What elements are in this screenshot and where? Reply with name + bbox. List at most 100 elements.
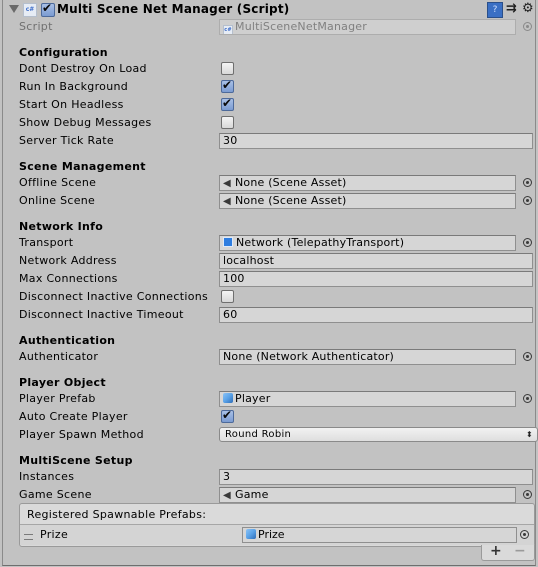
section-multiscene-setup: MultiScene Setup: [19, 454, 133, 467]
server-tick-rate-label: Server Tick Rate: [19, 134, 114, 147]
offline-scene-row: Offline Scene ◀ None (Scene Asset): [3, 174, 535, 192]
start-on-headless-checkbox[interactable]: [221, 96, 234, 111]
section-configuration: Configuration: [19, 46, 108, 59]
online-scene-picker-icon[interactable]: [523, 196, 532, 205]
network-address-input[interactable]: localhost: [219, 253, 533, 269]
disconnect-inactive-label: Disconnect Inactive Connections: [19, 290, 209, 303]
player-prefab-field[interactable]: Player: [219, 391, 516, 407]
dont-destroy-label: Dont Destroy On Load: [19, 62, 147, 75]
cs-file-icon: c#: [223, 25, 233, 34]
max-connections-label: Max Connections: [19, 272, 118, 285]
game-scene-picker-icon[interactable]: [523, 490, 532, 499]
authenticator-picker-icon[interactable]: [523, 352, 532, 361]
section-authentication: Authentication: [19, 334, 116, 347]
gear-icon[interactable]: ⚙: [522, 2, 536, 16]
spawn-method-row: Player Spawn Method Round Robin ⬍: [3, 426, 538, 444]
component-header[interactable]: c# Multi Scene Net Manager (Script) ? ⇉ …: [3, 0, 535, 19]
player-prefab-label: Player Prefab: [19, 392, 96, 405]
game-scene-label: Game Scene: [19, 488, 92, 501]
offline-scene-field[interactable]: ◀ None (Scene Asset): [219, 175, 516, 191]
list-header-label: Registered Spawnable Prefabs:: [27, 508, 207, 521]
preset-icon[interactable]: ⇉: [506, 2, 520, 16]
server-tick-rate-row: Server Tick Rate 30: [3, 132, 535, 150]
max-connections-row: Max Connections 100: [3, 270, 535, 288]
game-scene-value: Game: [235, 488, 269, 501]
online-scene-value: None (Scene Asset): [235, 194, 347, 207]
online-scene-field[interactable]: ◀ None (Scene Asset): [219, 193, 516, 209]
start-on-headless-label: Start On Headless: [19, 98, 124, 111]
disconnect-inactive-checkbox[interactable]: [221, 290, 234, 303]
online-scene-label: Online Scene: [19, 194, 96, 207]
offline-scene-label: Offline Scene: [19, 176, 97, 189]
start-on-headless-row: Start On Headless: [3, 96, 535, 114]
list-item-field[interactable]: Prize: [242, 527, 517, 543]
show-debug-checkbox[interactable]: [221, 116, 234, 129]
cs-script-icon: c#: [23, 3, 37, 17]
script-label: Script: [19, 20, 53, 33]
list-item-picker-icon[interactable]: [520, 530, 529, 539]
section-network-info: Network Info: [19, 220, 104, 233]
disconnect-timeout-row: Disconnect Inactive Timeout 60: [3, 306, 535, 324]
instances-input[interactable]: 3: [219, 469, 533, 485]
game-scene-field[interactable]: ◀ Game: [219, 487, 516, 503]
inspector-component: c# Multi Scene Net Manager (Script) ? ⇉ …: [2, 0, 538, 566]
transport-value: Network (TelepathyTransport): [236, 236, 405, 249]
authenticator-label: Authenticator: [19, 350, 99, 363]
transport-field[interactable]: Network (TelepathyTransport): [219, 235, 516, 251]
script-field: c# MultiSceneNetManager: [219, 19, 516, 35]
spawn-method-value: Round Robin: [225, 429, 292, 440]
player-prefab-value: Player: [235, 392, 271, 405]
run-in-background-checkbox[interactable]: [221, 78, 234, 93]
show-debug-row: Show Debug Messages: [3, 114, 535, 132]
network-address-label: Network Address: [19, 254, 117, 267]
dont-destroy-checkbox[interactable]: [221, 62, 234, 75]
foldout-arrow-icon[interactable]: [9, 5, 19, 13]
scene-asset-icon: ◀: [223, 490, 231, 501]
instances-row: Instances 3: [3, 468, 535, 486]
list-item-value: Prize: [258, 528, 285, 541]
spawn-method-dropdown[interactable]: Round Robin ⬍: [219, 427, 538, 442]
section-scene-management: Scene Management: [19, 160, 146, 173]
spawn-method-label: Player Spawn Method: [19, 428, 144, 441]
list-item[interactable]: Prize Prize: [20, 525, 534, 545]
run-in-background-row: Run In Background: [3, 78, 535, 96]
scene-asset-icon: ◀: [223, 196, 231, 207]
help-icon[interactable]: ?: [487, 2, 503, 18]
player-prefab-picker-icon[interactable]: [523, 394, 532, 403]
offline-scene-picker-icon[interactable]: [523, 178, 532, 187]
game-scene-row: Game Scene ◀ Game: [3, 486, 535, 504]
max-connections-input[interactable]: 100: [219, 271, 533, 287]
script-value: MultiSceneNetManager: [235, 20, 367, 33]
remove-item-button[interactable]: −: [514, 543, 526, 559]
disconnect-timeout-input[interactable]: 60: [219, 307, 533, 323]
transport-label: Transport: [19, 236, 74, 249]
drag-handle-icon[interactable]: [24, 534, 33, 540]
dont-destroy-row: Dont Destroy On Load: [3, 60, 535, 78]
auto-create-row: Auto Create Player: [3, 408, 535, 426]
auto-create-checkbox[interactable]: [221, 408, 234, 423]
show-debug-label: Show Debug Messages: [19, 116, 152, 129]
disconnect-timeout-label: Disconnect Inactive Timeout: [19, 308, 184, 321]
script-picker-icon: [523, 22, 532, 31]
dropdown-arrow-icon: ⬍: [525, 430, 533, 439]
run-in-background-label: Run In Background: [19, 80, 129, 93]
add-item-button[interactable]: +: [490, 543, 502, 559]
player-prefab-row: Player Prefab Player: [3, 390, 535, 408]
list-item-label: Prize: [40, 528, 69, 541]
disconnect-inactive-row: Disconnect Inactive Connections: [3, 288, 535, 306]
scene-asset-icon: ◀: [223, 178, 231, 189]
online-scene-row: Online Scene ◀ None (Scene Asset): [3, 192, 535, 210]
transport-picker-icon[interactable]: [523, 238, 532, 247]
offline-scene-value: None (Scene Asset): [235, 176, 347, 189]
list-header: Registered Spawnable Prefabs:: [20, 504, 534, 525]
component-title: Multi Scene Net Manager (Script): [57, 2, 290, 16]
component-enabled-checkbox[interactable]: [41, 1, 55, 17]
server-tick-rate-input[interactable]: 30: [219, 133, 533, 149]
authenticator-row: Authenticator None (Network Authenticato…: [3, 348, 535, 366]
network-address-row: Network Address localhost: [3, 252, 535, 270]
component-icon: [223, 237, 233, 247]
script-row: Script c# MultiSceneNetManager: [3, 18, 535, 36]
section-player-object: Player Object: [19, 376, 106, 389]
authenticator-field[interactable]: None (Network Authenticator): [219, 349, 516, 365]
prefab-icon: [246, 529, 256, 539]
